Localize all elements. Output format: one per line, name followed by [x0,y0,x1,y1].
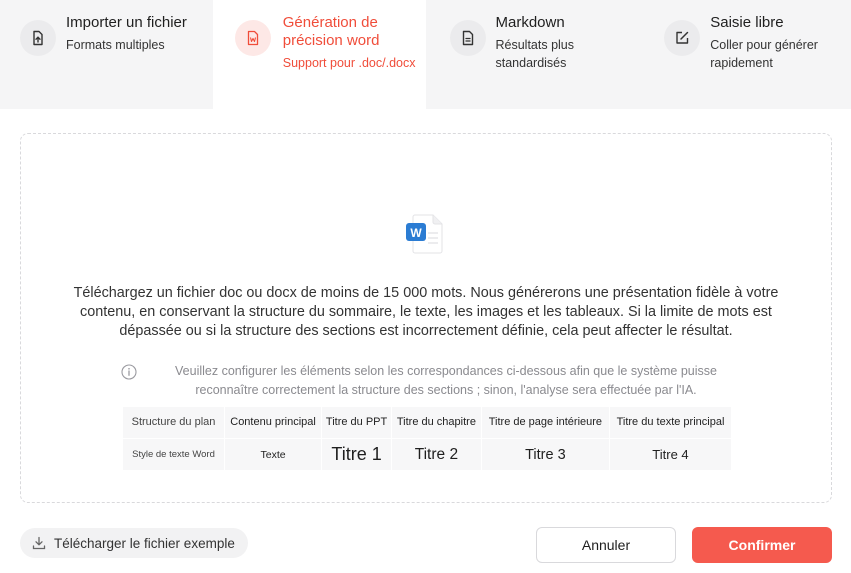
tab-markdown[interactable]: Markdown Résultats plus standardisés [426,0,639,109]
tab-subtitle: Formats multiples [66,38,165,52]
tab-free-input[interactable]: Saisie libre Coller pour générer rapidem… [638,0,851,109]
upload-file-icon [20,20,56,56]
word-badge-letter: W [410,226,422,240]
plan-cell: Contenu principal [223,406,323,439]
style-cell: Titre 2 [391,438,482,471]
word-document-icon: W [406,211,446,255]
tab-title: Saisie libre [710,14,784,31]
download-sample-label: Télécharger le fichier exemple [54,535,235,551]
style-mapping-table: Structure du plan Contenu principal Titr… [122,406,733,471]
word-file-icon [234,20,271,56]
tab-subtitle: Résultats plus standardisés [495,38,575,70]
info-icon [121,364,137,380]
tab-subtitle: Coller pour générer rapidement [710,38,818,70]
tab-word-precision[interactable]: Génération de précision word Support pou… [212,0,426,109]
cancel-button[interactable]: Annuler [536,527,676,563]
document-lines-icon [449,20,486,56]
download-sample-button[interactable]: Télécharger le fichier exemple [20,528,248,558]
style-cell: Texte [223,438,323,471]
tab-title: Génération de précision word [282,14,380,49]
tab-subtitle: Support pour .doc/.docx [282,56,416,70]
plan-cell: Titre du chapitre [391,406,482,439]
style-cell: Titre 1 [321,438,393,471]
style-cell: Titre 3 [480,438,610,471]
plan-cell: Titre de page intérieure [480,406,610,439]
tab-import-file[interactable]: Importer un fichier Formats multiples [0,0,213,109]
row-header: Structure du plan [122,406,225,439]
upload-dropzone[interactable]: W Téléchargez un fichier doc ou docx de … [20,133,832,503]
table-row: Structure du plan Contenu principal Titr… [122,406,733,439]
edit-icon [664,20,701,56]
tab-title: Markdown [495,14,565,31]
plan-cell: Titre du texte principal [608,406,733,439]
mode-tabs: Importer un fichier Formats multiples Gé… [0,0,851,109]
upload-description: Téléchargez un fichier doc ou docx de mo… [73,285,779,339]
plan-cell: Titre du PPT [321,406,393,439]
style-cell: Titre 4 [608,438,733,471]
tab-title: Importer un fichier [66,14,187,31]
note-text: Veuillez configurer les éléments selon l… [175,364,717,397]
download-icon [32,536,46,550]
row-header: Style de texte Word [122,438,225,471]
table-row: Style de texte Word Texte Titre 1 Titre … [122,438,733,471]
confirm-button[interactable]: Confirmer [692,527,832,563]
